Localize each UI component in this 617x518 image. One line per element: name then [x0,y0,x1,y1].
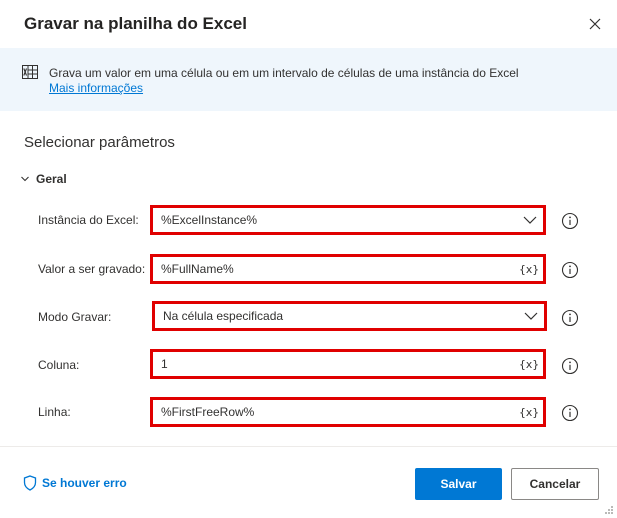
variable-picker-button[interactable]: {x} [519,406,539,419]
chevron-down-icon [21,176,29,182]
info-icon[interactable] [561,261,579,279]
shield-icon [23,475,37,491]
dialog-title: Gravar na planilha do Excel [24,14,247,33]
value-to-write-value: %FullName% [161,262,234,276]
excel-instance-label: Instância do Excel: [38,213,139,227]
write-mode-dropdown[interactable]: Na célula especificada [152,301,547,331]
section-title: Selecionar parâmetros [24,134,175,151]
footer-divider [0,446,617,447]
more-info-link[interactable]: Mais informações [49,81,143,95]
info-description: Grava um valor em uma célula ou em um in… [49,66,519,80]
save-button[interactable]: Salvar [415,468,502,500]
value-to-write-label: Valor a ser gravado: [38,262,146,276]
column-label: Coluna: [38,358,80,372]
group-toggle-general[interactable]: Geral [20,172,67,186]
info-icon[interactable] [561,357,579,375]
value-to-write-input[interactable]: %FullName% {x} [150,254,546,284]
info-icon[interactable] [561,212,579,230]
excel-instance-value: %ExcelInstance% [161,213,258,227]
variable-picker-button[interactable]: {x} [519,358,539,371]
dialog-header: Gravar na planilha do Excel [0,0,617,48]
info-icon[interactable] [561,309,579,327]
on-error-label: Se houver erro [42,476,127,490]
resize-grip-icon[interactable] [604,505,614,515]
write-mode-value: Na célula especificada [163,309,284,323]
chevron-down-icon[interactable] [523,215,537,225]
close-button[interactable] [582,11,608,37]
close-icon [589,18,601,30]
write-mode-label: Modo Gravar: [38,310,112,324]
column-input[interactable]: 1 {x} [150,349,546,379]
chevron-down-icon[interactable] [524,311,538,321]
variable-picker-button[interactable]: {x} [519,263,539,276]
excel-icon [22,65,38,79]
info-icon[interactable] [561,404,579,422]
cancel-button[interactable]: Cancelar [511,468,599,500]
on-error-link[interactable]: Se houver erro [23,475,127,491]
row-input[interactable]: %FirstFreeRow% {x} [150,397,546,427]
row-label: Linha: [38,405,71,419]
excel-instance-dropdown[interactable]: %ExcelInstance% [150,205,546,235]
row-value: %FirstFreeRow% [161,405,255,419]
group-label: Geral [36,172,67,186]
column-value: 1 [161,357,168,371]
